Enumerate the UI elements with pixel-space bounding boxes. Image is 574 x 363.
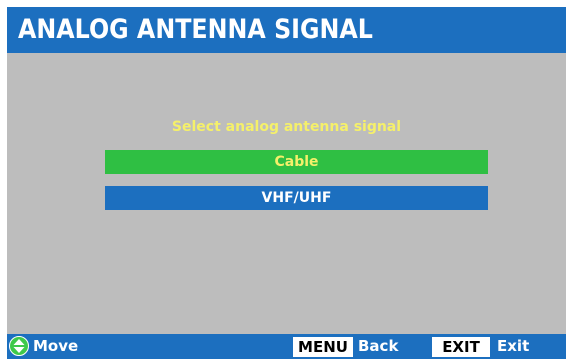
- footer-bar: Move MENU Back EXIT Exit: [7, 334, 566, 359]
- select-prompt: Select analog antenna signal: [171, 119, 402, 135]
- exit-key-button[interactable]: EXIT: [432, 337, 490, 357]
- move-hint-label: Move: [33, 337, 79, 355]
- analog-antenna-signal-screen: ANALOG ANTENNA SIGNAL Select analog ante…: [7, 7, 566, 359]
- title-bar: ANALOG ANTENNA SIGNAL: [7, 7, 566, 53]
- up-down-arrows-icon: [9, 336, 29, 356]
- option-vhf-uhf[interactable]: VHF/UHF: [105, 186, 488, 210]
- page-title: ANALOG ANTENNA SIGNAL: [18, 14, 373, 45]
- menu-key-button[interactable]: MENU: [293, 337, 353, 357]
- back-hint-label: Back: [358, 337, 399, 355]
- option-cable[interactable]: Cable: [105, 150, 488, 174]
- exit-hint-label: Exit: [497, 337, 530, 355]
